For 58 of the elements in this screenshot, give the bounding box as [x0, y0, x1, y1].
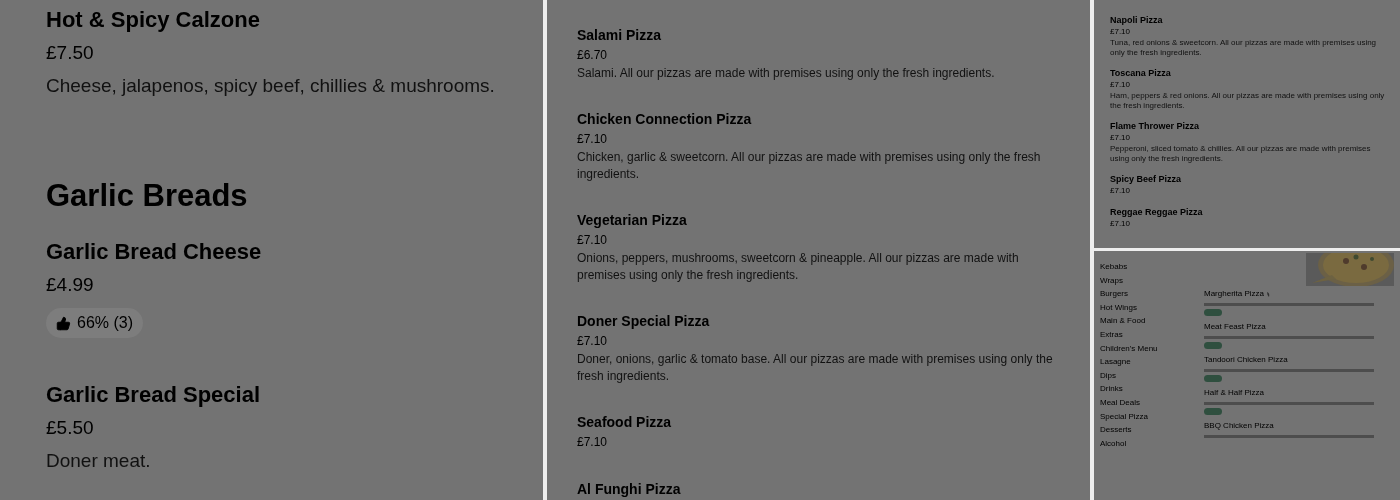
category-link[interactable]: Alcohol: [1100, 436, 1204, 451]
item-name: Meat Feast Pizza: [1204, 322, 1266, 332]
item-price: £7.10: [1110, 79, 1131, 91]
item-name: Garlic Bread Special: [46, 381, 260, 409]
item-name: Margherita Pizza: [1204, 289, 1272, 299]
item-price: £7.10: [577, 232, 608, 249]
item-name: Hot & Spicy Calzone: [46, 6, 260, 34]
item-name: Seafood Pizza: [577, 413, 672, 432]
item-name: Chicken Connection Pizza: [577, 110, 752, 129]
item-name: Garlic Bread Cheese: [46, 238, 262, 266]
category-link[interactable]: Drinks: [1100, 382, 1204, 396]
item-name: Napoli Pizza: [1110, 15, 1163, 26]
item-description: Onions, peppers, mushrooms, sweetcorn & pineapple. All our pizzas are made with premises using only the fresh ingredients.: [577, 250, 1020, 284]
item-price: £7.10: [1110, 132, 1131, 144]
category-link[interactable]: Dips: [1100, 368, 1204, 383]
section-heading: Garlic Breads: [46, 177, 249, 215]
category-link[interactable]: Main & Food: [1100, 314, 1204, 328]
item-price: £6.70: [577, 47, 608, 64]
item-name: Salami Pizza: [577, 26, 662, 45]
rating-badge: 66% (3): [46, 308, 144, 338]
item-description: Pepperoni, sliced tomato & chillies. All our pizzas are made with premises using only the fresh ingredients.: [1110, 144, 1372, 164]
item-description: Tuna, red onions & sweetcorn. All our pizzas are made with premises using only the fresh ingredients.: [1110, 38, 1378, 58]
category-link[interactable]: Lasagne: [1100, 355, 1204, 369]
item-description: Ham, peppers & red onions. All our pizzas are made with premises using only the fresh ingredients.: [1110, 91, 1386, 111]
item-name: Tandoori Chicken Pizza: [1204, 355, 1288, 365]
category-link[interactable]: Extras: [1100, 327, 1204, 342]
category-link[interactable]: Meal Deals: [1100, 395, 1204, 410]
item-name: Reggae Reggae Pizza: [1110, 207, 1203, 218]
item-description: Salami. All our pizzas are made with premises using only the fresh ingredients.: [577, 65, 995, 82]
item-name: Spicy Beef Pizza: [1110, 174, 1182, 185]
item-name: Al Funghi Pizza: [577, 480, 681, 499]
item-price: £7.10: [1110, 26, 1131, 38]
item-price: £7.10: [1110, 185, 1131, 197]
category-link[interactable]: Burgers: [1100, 287, 1204, 301]
item-price: £7.10: [577, 434, 608, 451]
item-price: £7.10: [1110, 218, 1131, 230]
item-price: £7.10: [577, 333, 608, 350]
thumbs-up-icon: [56, 315, 71, 331]
category-link[interactable]: Desserts: [1100, 423, 1204, 437]
item-name: Doner Special Pizza: [577, 312, 710, 331]
item-name: BBQ Chicken Pizza: [1204, 421, 1274, 431]
item-price: £7.50: [46, 41, 94, 65]
category-link[interactable]: Special Pizza: [1100, 409, 1204, 424]
category-link[interactable]: Wraps: [1100, 273, 1204, 288]
item-description: Cheese, jalapenos, spicy beef, chillies & mushrooms.: [46, 74, 495, 98]
item-price: £5.50: [46, 416, 94, 440]
item-name: Vegetarian Pizza: [577, 211, 687, 230]
item-name: Half & Half Pizza: [1204, 388, 1265, 398]
item-description: Doner, onions, garlic & tomato base. All our pizzas are made with premises using only the fresh ingredients.: [577, 351, 1054, 385]
item-price: £7.10: [577, 131, 608, 148]
item-name: Flame Thrower Pizza: [1110, 121, 1200, 132]
item-description: Doner meat.: [46, 449, 151, 473]
item-name: Toscana Pizza: [1110, 68, 1171, 79]
category-link[interactable]: Children's Menu: [1100, 341, 1204, 356]
item-description: Chicken, garlic & sweetcorn. All our pizzas are made with premises using only the fresh ingredients.: [577, 149, 1042, 183]
category-link[interactable]: Kebabs: [1100, 260, 1204, 274]
item-price: £4.99: [46, 273, 94, 297]
category-link[interactable]: Hot Wings: [1100, 300, 1204, 315]
